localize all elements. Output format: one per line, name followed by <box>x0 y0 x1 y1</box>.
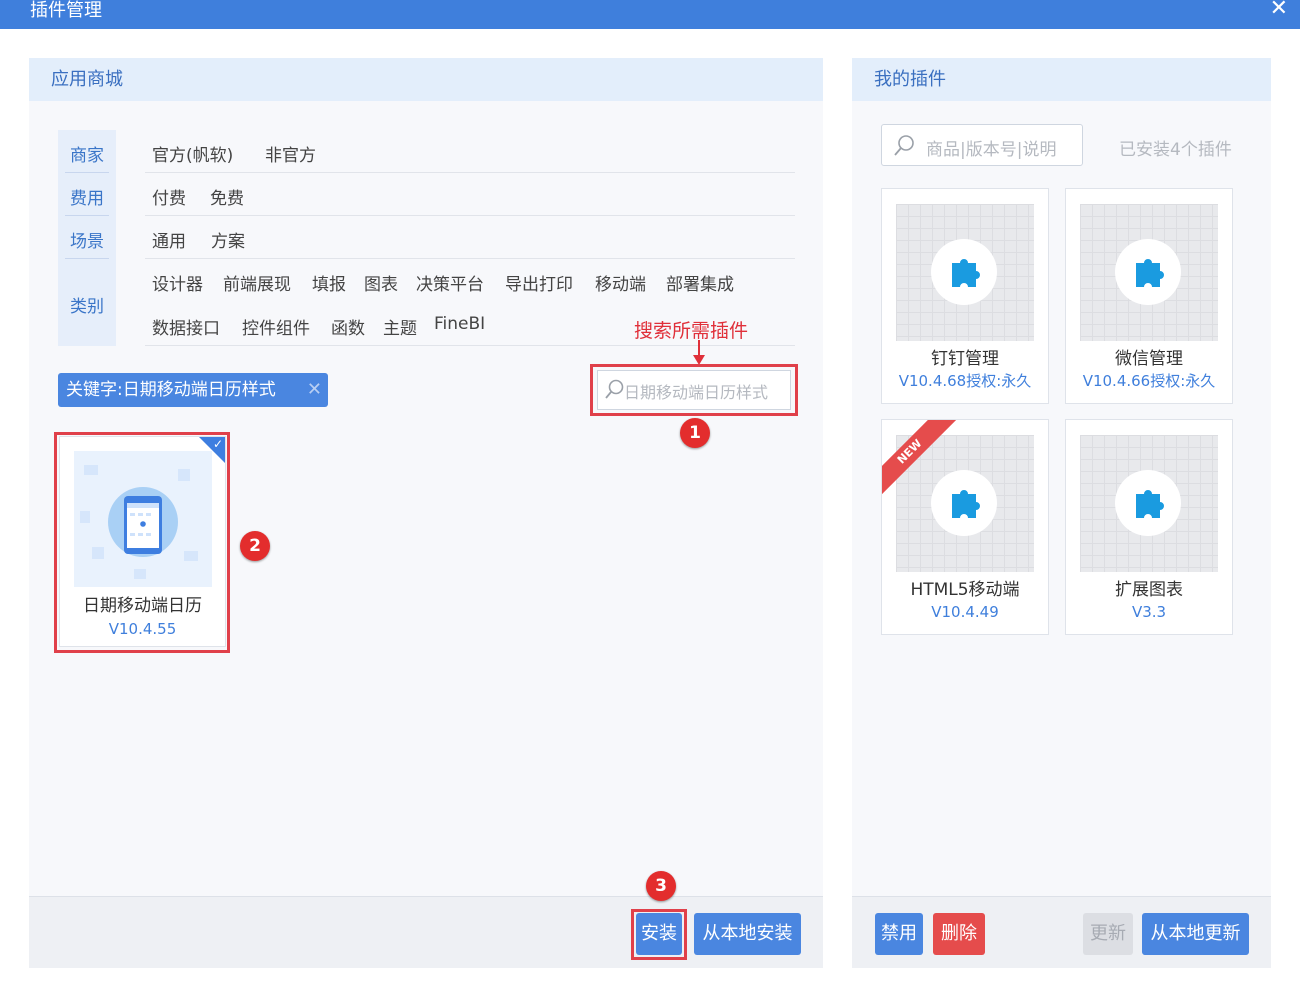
puzzle-icon <box>952 259 980 287</box>
clear-keyword-icon[interactable]: ✕ <box>307 373 322 407</box>
my-plugin-card-wechat[interactable]: 微信管理 V10.4.66授权:永久 <box>1065 188 1233 404</box>
plugin-version: V10.4.49 <box>931 603 999 621</box>
window-title: 插件管理 <box>30 0 102 21</box>
filter-row-cost: 付费 免费 <box>145 184 795 216</box>
highlight-box-search <box>590 364 798 416</box>
filter-option-widget[interactable]: 控件组件 <box>242 314 310 339</box>
filter-option-designer[interactable]: 设计器 <box>152 270 203 295</box>
my-plugins-search-input[interactable]: 商品|版本号|说明 <box>881 124 1083 166</box>
plugin-circle <box>1115 470 1181 536</box>
my-plugins-header: 我的插件 <box>852 58 1271 101</box>
search-icon <box>894 135 914 156</box>
close-icon[interactable]: ✕ <box>1270 0 1288 21</box>
disable-button[interactable]: 禁用 <box>875 913 923 955</box>
my-plugin-card-dingtalk[interactable]: 钉钉管理 V10.4.68授权:永久 <box>881 188 1049 404</box>
filter-option-unofficial[interactable]: 非官方 <box>265 141 316 166</box>
highlight-box-card <box>54 432 230 653</box>
plugin-name: 钉钉管理 <box>931 349 999 369</box>
plugin-name: 扩展图表 <box>1115 580 1183 600</box>
annotation-arrow-icon <box>693 340 705 365</box>
update-local-button[interactable]: 从本地更新 <box>1142 913 1249 955</box>
filter-option-mobile[interactable]: 移动端 <box>595 270 646 295</box>
filter-label-category: 类别 <box>70 297 104 317</box>
plugin-thumbnail <box>1080 204 1218 341</box>
store-header: 应用商城 <box>29 58 823 101</box>
plugin-thumbnail <box>1080 435 1218 572</box>
filter-option-theme[interactable]: 主题 <box>383 314 417 339</box>
plugin-circle <box>931 470 997 536</box>
filter-option-deploy[interactable]: 部署集成 <box>666 270 734 295</box>
keyword-tag: 关键字:日期移动端日历样式 ✕ <box>58 373 328 407</box>
filter-option-data-api[interactable]: 数据接口 <box>152 314 220 339</box>
puzzle-icon <box>1136 490 1164 518</box>
plugin-name: HTML5移动端 <box>910 580 1020 600</box>
update-button[interactable]: 更新 <box>1083 913 1133 955</box>
filter-option-chart[interactable]: 图表 <box>364 270 398 295</box>
divider <box>65 172 109 173</box>
filter-option-paid[interactable]: 付费 <box>152 184 186 209</box>
filter-labels: 商家 费用 场景 类别 <box>58 130 116 346</box>
install-local-button[interactable]: 从本地安装 <box>694 913 801 955</box>
plugin-circle <box>931 239 997 305</box>
step-badge-2: 2 <box>240 531 270 561</box>
plugin-circle <box>1115 239 1181 305</box>
highlight-box-install <box>631 909 687 960</box>
filter-option-decision[interactable]: 决策平台 <box>416 270 484 295</box>
annotation-text: 搜索所需插件 <box>634 320 749 342</box>
divider <box>65 215 109 216</box>
my-plugins-search-placeholder: 商品|版本号|说明 <box>926 140 1057 160</box>
divider <box>65 258 109 259</box>
filter-option-finebi[interactable]: FineBI <box>434 314 485 334</box>
filter-option-function[interactable]: 函数 <box>331 314 365 339</box>
title-bar: 插件管理 ✕ <box>0 0 1300 29</box>
filter-label-merchant: 商家 <box>70 146 104 166</box>
keyword-tag-label: 关键字:日期移动端日历样式 <box>66 380 276 400</box>
my-plugin-card-chart-ext[interactable]: 扩展图表 V3.3 <box>1065 419 1233 635</box>
filter-row-merchant: 官方(帆软) 非官方 <box>145 141 795 173</box>
filter-option-solution[interactable]: 方案 <box>211 227 245 252</box>
my-plugin-card-html5[interactable]: NEW HTML5移动端 V10.4.49 <box>881 419 1049 635</box>
plugin-version: V10.4.66授权:永久 <box>1082 372 1216 390</box>
filter-option-free[interactable]: 免费 <box>210 184 244 209</box>
filter-option-fill[interactable]: 填报 <box>312 270 346 295</box>
filter-option-general[interactable]: 通用 <box>152 227 186 252</box>
filter-label-scene: 场景 <box>70 232 104 252</box>
filter-option-official[interactable]: 官方(帆软) <box>152 141 233 166</box>
installed-count: 已安装4个插件 <box>1119 140 1232 160</box>
plugin-version: V10.4.68授权:永久 <box>898 372 1032 390</box>
plugin-version: V3.3 <box>1131 603 1167 621</box>
puzzle-icon <box>952 490 980 518</box>
filter-option-frontend[interactable]: 前端展现 <box>223 270 291 295</box>
puzzle-icon <box>1136 259 1164 287</box>
filter-option-export[interactable]: 导出打印 <box>505 270 573 295</box>
step-badge-3: 3 <box>646 871 676 901</box>
step-badge-1: 1 <box>680 418 710 448</box>
filter-label-cost: 费用 <box>70 189 104 209</box>
plugin-name: 微信管理 <box>1115 349 1183 369</box>
filter-row-scene: 通用 方案 <box>145 227 795 259</box>
plugin-thumbnail <box>896 204 1034 341</box>
delete-button[interactable]: 删除 <box>933 913 985 955</box>
